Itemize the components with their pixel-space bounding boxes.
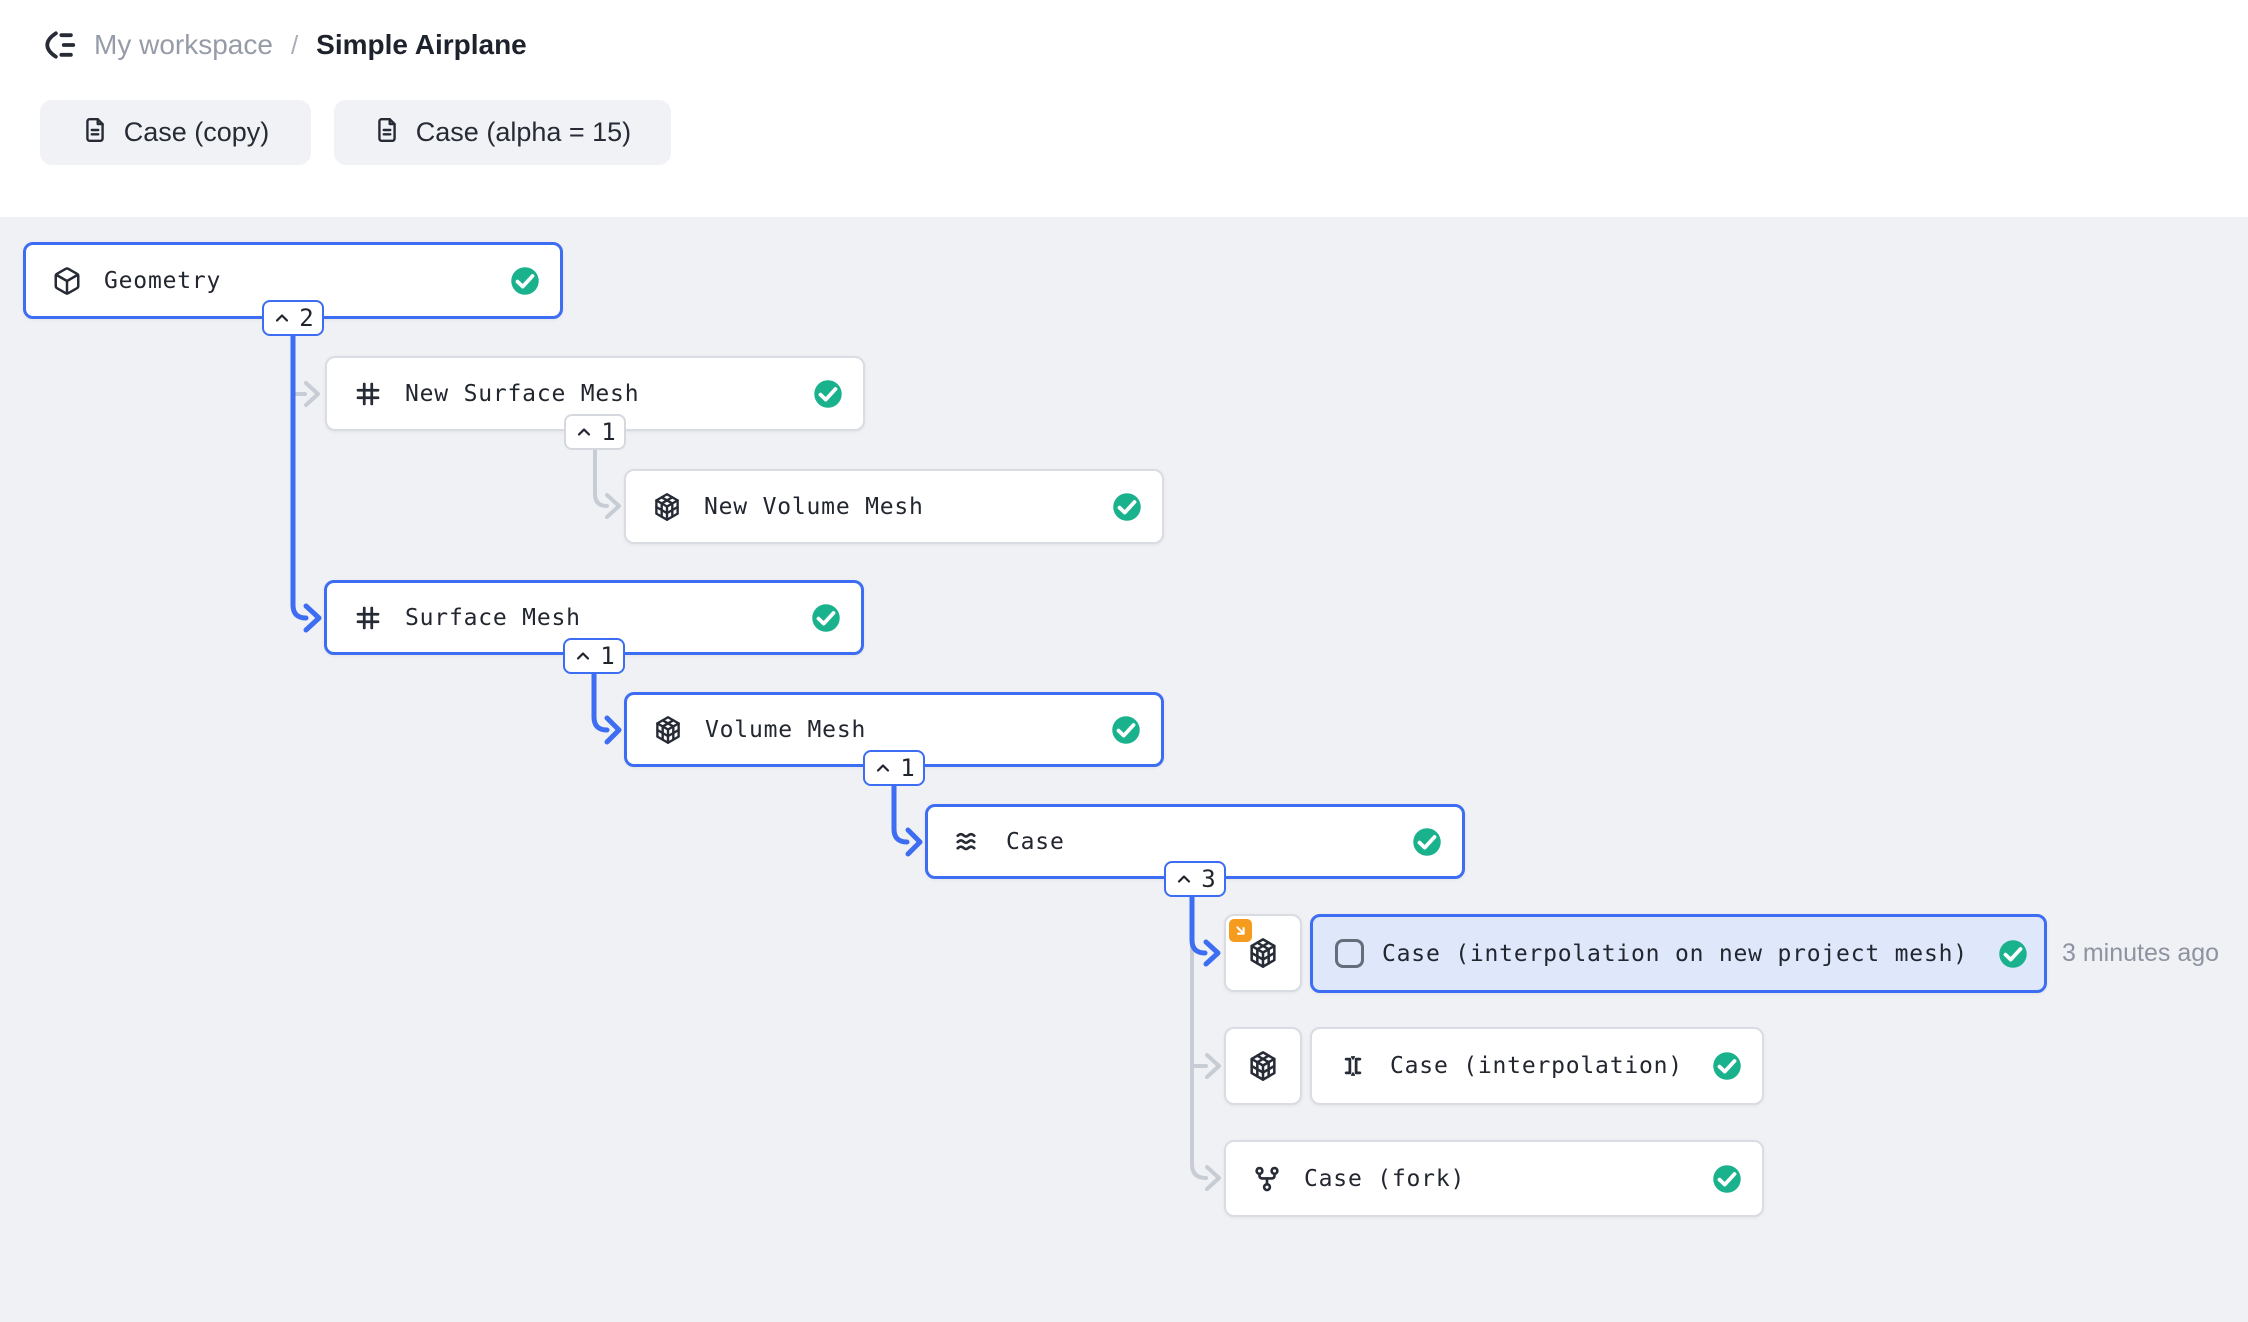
node-case-interpolation[interactable]: Case (interpolation)	[1310, 1027, 1764, 1105]
node-label: Volume Mesh	[705, 717, 1111, 743]
node-label: Case	[1006, 829, 1412, 855]
collapse-badge-new-surface-mesh[interactable]: 1	[564, 414, 626, 450]
arrow-down-right-icon	[1229, 919, 1252, 942]
status-check-icon	[1712, 1051, 1742, 1081]
collapse-badge-count: 1	[601, 418, 615, 446]
collapse-badge-case[interactable]: 3	[1164, 861, 1226, 897]
workspace-tree-icon[interactable]	[40, 26, 78, 64]
chevron-up-icon	[573, 646, 593, 666]
status-check-icon	[510, 266, 540, 296]
breadcrumb-workspace-link[interactable]: My workspace	[94, 29, 273, 61]
node-label: Surface Mesh	[405, 605, 811, 631]
status-check-icon	[1712, 1164, 1742, 1194]
node-select-checkbox[interactable]	[1335, 939, 1364, 968]
status-check-icon	[811, 603, 841, 633]
volume-mesh-cube-icon	[1247, 1050, 1279, 1082]
header: My workspace / Simple Airplane Case (cop…	[0, 0, 2248, 217]
status-check-icon	[1112, 492, 1142, 522]
mesh-chip-interp-new[interactable]	[1224, 914, 1302, 992]
chevron-up-icon	[873, 758, 893, 778]
tab-case-copy[interactable]: Case (copy)	[40, 100, 311, 165]
volume-mesh-cube-icon	[652, 492, 682, 522]
collapse-badge-surface-mesh[interactable]: 1	[563, 638, 625, 674]
fork-icon	[1252, 1164, 1282, 1194]
volume-mesh-cube-icon	[653, 715, 683, 745]
status-check-icon	[813, 379, 843, 409]
breadcrumb-separator: /	[291, 30, 298, 61]
tab-label: Case (copy)	[124, 117, 270, 148]
surface-mesh-grid-icon	[353, 603, 383, 633]
page-title: Simple Airplane	[316, 29, 527, 61]
open-case-tabs: Case (copy) Case (alpha = 15)	[40, 100, 671, 165]
tab-case-alpha-15[interactable]: Case (alpha = 15)	[334, 100, 671, 165]
tab-label: Case (alpha = 15)	[416, 117, 631, 148]
collapse-badge-count: 2	[299, 304, 313, 332]
node-case-fork[interactable]: Case (fork)	[1224, 1140, 1764, 1217]
node-label: Geometry	[104, 268, 510, 294]
file-text-icon	[82, 115, 108, 150]
collapse-badge-count: 1	[600, 642, 614, 670]
interpolation-icon	[1338, 1051, 1368, 1081]
chevron-up-icon	[574, 422, 594, 442]
surface-mesh-grid-icon	[353, 379, 383, 409]
status-check-icon	[1412, 827, 1442, 857]
node-new-volume-mesh[interactable]: New Volume Mesh	[624, 469, 1164, 544]
node-timestamp: 3 minutes ago	[2062, 939, 2219, 968]
node-label: New Surface Mesh	[405, 381, 813, 407]
file-text-icon	[374, 115, 400, 150]
collapse-badge-geometry[interactable]: 2	[262, 300, 324, 336]
node-label: Case (fork)	[1304, 1166, 1712, 1192]
breadcrumb: My workspace / Simple Airplane	[40, 22, 527, 68]
waves-icon	[954, 827, 984, 857]
chevron-up-icon	[272, 308, 292, 328]
status-check-icon	[1998, 939, 2028, 969]
node-label: Case (interpolation)	[1390, 1053, 1712, 1079]
collapse-badge-volume-mesh[interactable]: 1	[863, 750, 925, 786]
volume-mesh-cube-icon	[1247, 937, 1279, 969]
chevron-up-icon	[1174, 869, 1194, 889]
collapse-badge-count: 1	[900, 754, 914, 782]
node-label: Case (interpolation on new project mesh)	[1382, 941, 1998, 967]
node-label: New Volume Mesh	[704, 494, 1112, 520]
cube-icon	[52, 266, 82, 296]
collapse-badge-count: 3	[1201, 865, 1215, 893]
node-case-interpolation-new-project-mesh[interactable]: Case (interpolation on new project mesh)	[1310, 914, 2047, 993]
status-check-icon	[1111, 715, 1141, 745]
mesh-chip-interp[interactable]	[1224, 1027, 1302, 1105]
